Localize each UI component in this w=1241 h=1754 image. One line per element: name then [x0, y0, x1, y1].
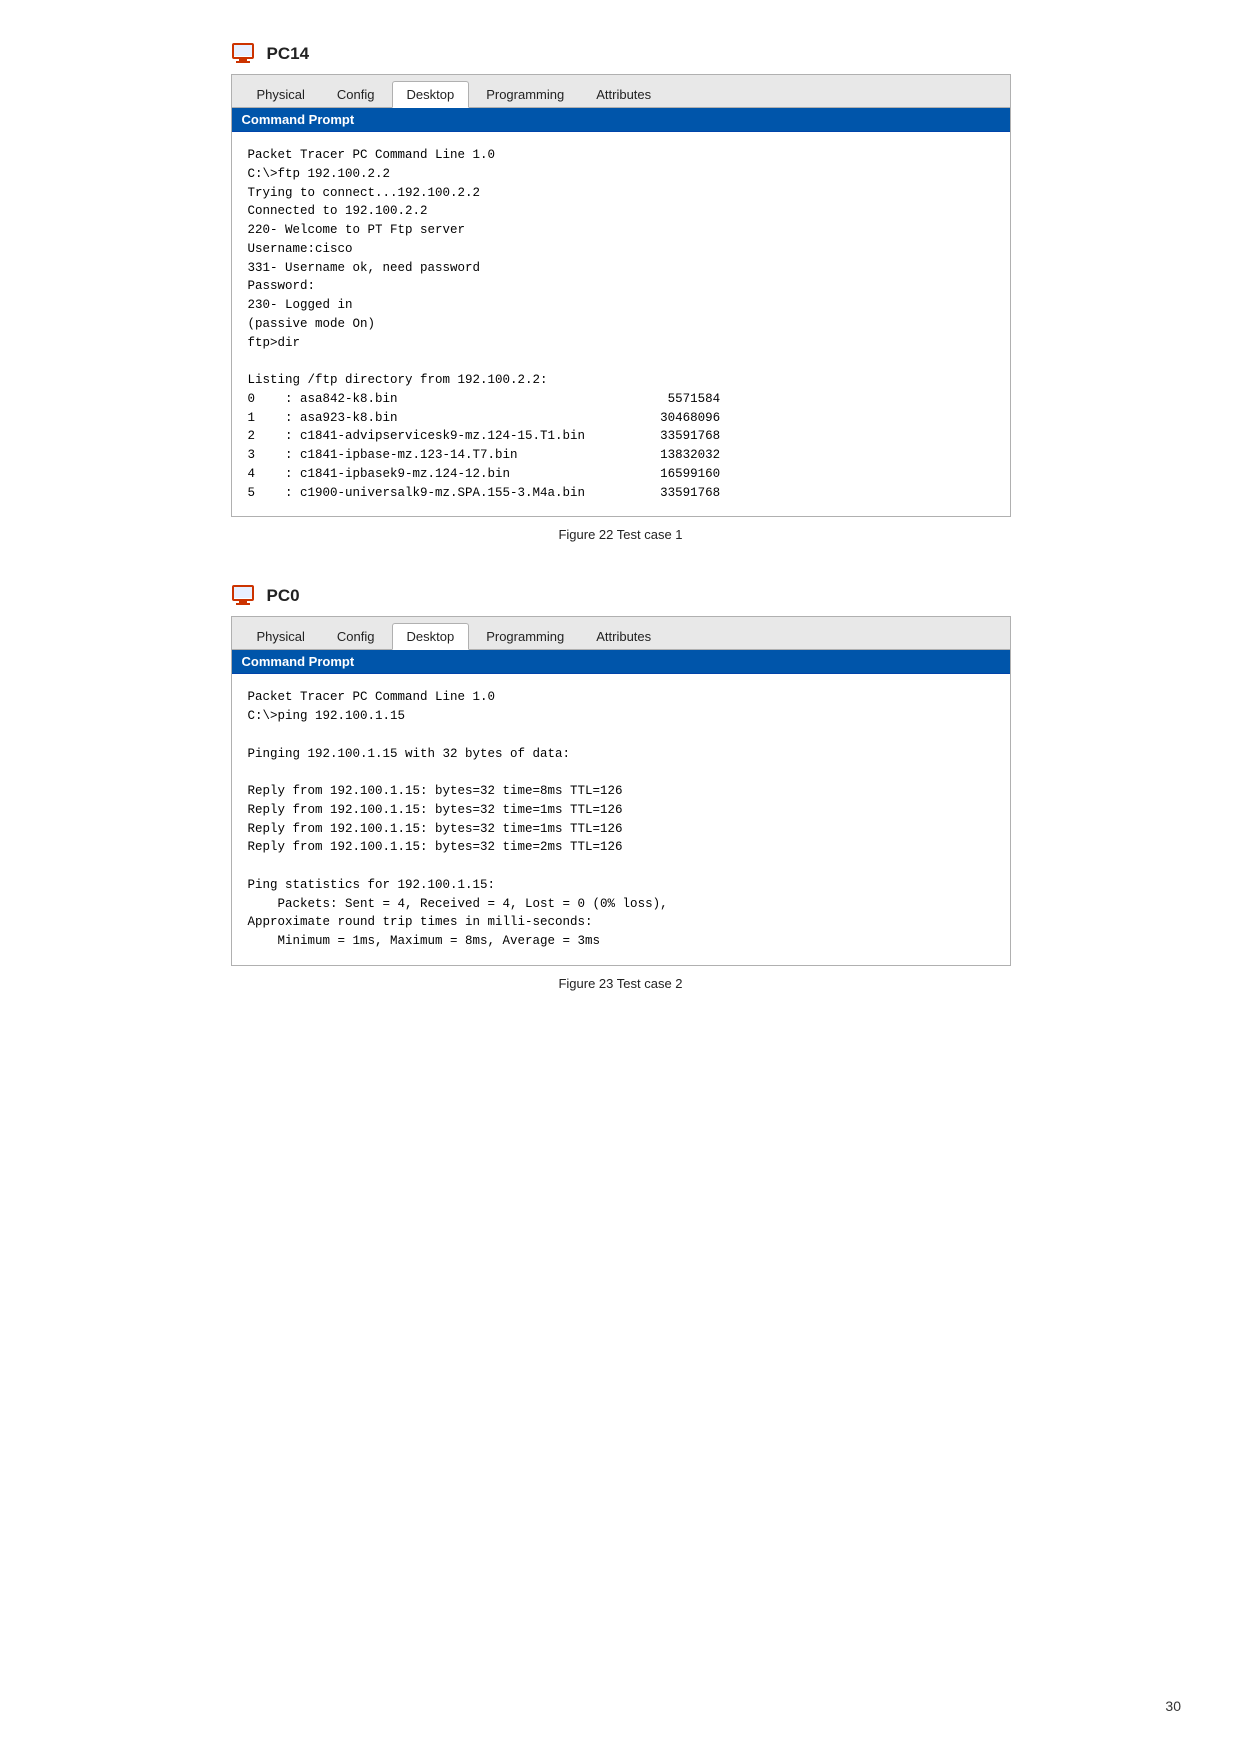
tab-config-2[interactable]: Config	[322, 623, 390, 649]
tab-programming-2[interactable]: Programming	[471, 623, 579, 649]
tab-desktop-1[interactable]: Desktop	[392, 81, 470, 108]
figure2-window: Physical Config Desktop Programming Attr…	[231, 616, 1011, 966]
figure1-window: Physical Config Desktop Programming Attr…	[231, 74, 1011, 517]
figure2-command-prompt-label: Command Prompt	[242, 654, 355, 669]
tab-desktop-2[interactable]: Desktop	[392, 623, 470, 650]
figure2-command-prompt-bar: Command Prompt	[232, 650, 1010, 674]
figure1-terminal[interactable]: Packet Tracer PC Command Line 1.0 C:\>ft…	[232, 132, 1010, 516]
page-number: 30	[1165, 1698, 1181, 1714]
figure1-device-name: PC14	[267, 44, 310, 64]
pc-icon-1	[231, 40, 259, 68]
pc-icon-2	[231, 582, 259, 610]
figure2-caption: Figure 23 Test case 2	[558, 976, 682, 991]
figure1-block: PC14 Physical Config Desktop Programming…	[231, 40, 1011, 542]
tab-physical-1[interactable]: Physical	[242, 81, 320, 107]
figure1-command-prompt-bar: Command Prompt	[232, 108, 1010, 132]
tab-attributes-2[interactable]: Attributes	[581, 623, 666, 649]
figure1-device-header: PC14	[231, 40, 310, 68]
figure1-tab-bar[interactable]: Physical Config Desktop Programming Attr…	[232, 75, 1010, 108]
figure2-terminal[interactable]: Packet Tracer PC Command Line 1.0 C:\>pi…	[232, 674, 1010, 965]
tab-physical-2[interactable]: Physical	[242, 623, 320, 649]
figure2-tab-bar[interactable]: Physical Config Desktop Programming Attr…	[232, 617, 1010, 650]
figure2-device-name: PC0	[267, 586, 300, 606]
figure2-device-header: PC0	[231, 582, 300, 610]
figure1-caption: Figure 22 Test case 1	[558, 527, 682, 542]
tab-config-1[interactable]: Config	[322, 81, 390, 107]
tab-programming-1[interactable]: Programming	[471, 81, 579, 107]
figure2-block: PC0 Physical Config Desktop Programming …	[231, 582, 1011, 991]
figure1-command-prompt-label: Command Prompt	[242, 112, 355, 127]
tab-attributes-1[interactable]: Attributes	[581, 81, 666, 107]
